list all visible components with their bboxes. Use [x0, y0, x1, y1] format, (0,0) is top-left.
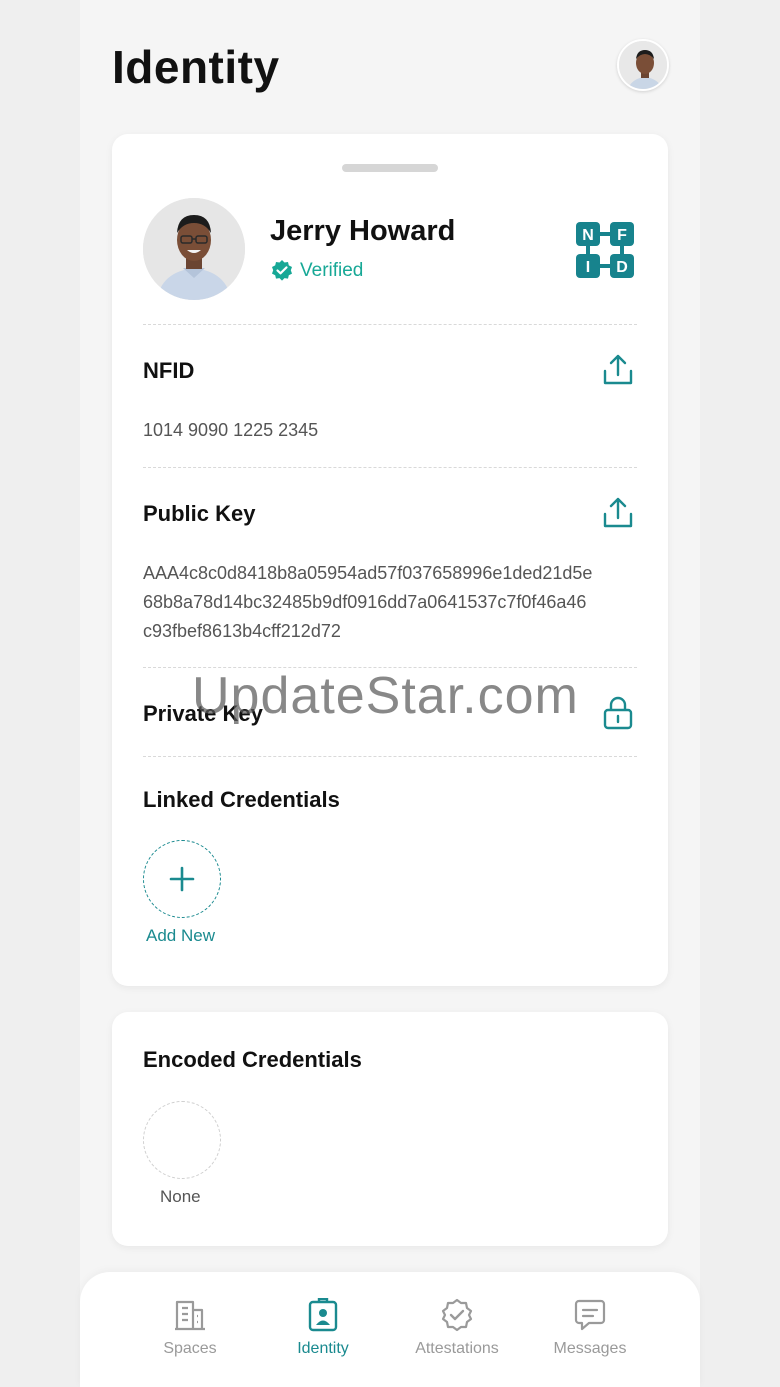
id-badge-icon [308, 1298, 338, 1332]
building-icon [175, 1300, 205, 1331]
encoded-credentials-card: Encoded Credentials None [112, 1012, 668, 1246]
add-new-label[interactable]: Add New [146, 926, 215, 946]
verified-status: Verified [270, 259, 363, 283]
profile-avatar [143, 198, 245, 300]
share-icon [603, 354, 633, 385]
message-icon [574, 1299, 606, 1331]
tab-attestations[interactable]: Attestations [397, 1298, 517, 1358]
lock-icon [603, 696, 633, 730]
add-credential-button[interactable] [143, 840, 221, 918]
tab-messages[interactable]: Messages [530, 1298, 650, 1358]
public-key-line: 68b8a78d14bc32485b9df0916dd7a0641537c7f0… [143, 592, 587, 612]
tab-label: Spaces [163, 1340, 217, 1357]
plus-icon [169, 866, 195, 892]
nfid-value: 1014 9090 1225 2345 [143, 420, 319, 440]
badge-check-icon [441, 1298, 473, 1332]
identity-card: Jerry Howard Verified N F I D NFID 1014 … [112, 134, 668, 986]
public-key-label: Public Key [143, 501, 256, 526]
empty-credential-placeholder [143, 1101, 221, 1179]
tab-label: Identity [297, 1340, 349, 1357]
tab-spaces[interactable]: Spaces [130, 1298, 250, 1358]
logo-letter: D [616, 259, 628, 276]
share-public-key-button[interactable] [600, 495, 636, 531]
divider [143, 467, 637, 468]
drag-handle[interactable] [342, 164, 438, 172]
linked-credentials-label: Linked Credentials [143, 787, 340, 812]
header-avatar[interactable] [617, 39, 669, 91]
person-photo-icon [143, 198, 245, 300]
share-nfid-button[interactable] [600, 352, 636, 388]
watermark: UpdateStar.com [192, 667, 579, 725]
encoded-credentials-label: Encoded Credentials [143, 1047, 362, 1072]
public-key-value: AAA4c8c0d8418b8a05954ad57f037658996e1ded… [143, 559, 592, 646]
public-key-line: c93fbef8613b4cff212d72 [143, 621, 341, 641]
verified-check-icon [272, 260, 292, 281]
public-key-line: AAA4c8c0d8418b8a05954ad57f037658996e1ded… [143, 563, 593, 583]
tab-identity[interactable]: Identity [263, 1298, 383, 1358]
logo-letter: I [586, 259, 590, 276]
tab-label: Messages [553, 1340, 627, 1357]
divider [143, 756, 637, 757]
nfid-logo: N F I D [576, 222, 634, 278]
page-title: Identity [112, 41, 280, 93]
divider [143, 324, 637, 325]
nfid-label: NFID [143, 358, 195, 383]
logo-letter: N [582, 227, 594, 244]
unlock-private-key-button[interactable] [600, 695, 636, 731]
share-icon [603, 497, 633, 528]
verified-label: Verified [300, 260, 364, 281]
nfid-logo-icon: N F I D [576, 222, 634, 278]
tab-label: Attestations [415, 1340, 499, 1357]
logo-letter: F [617, 227, 627, 244]
profile-name: Jerry Howard [270, 215, 456, 247]
bottom-tab-bar: Spaces Identity Attestations Messages [80, 1272, 700, 1387]
none-label: None [160, 1187, 201, 1206]
